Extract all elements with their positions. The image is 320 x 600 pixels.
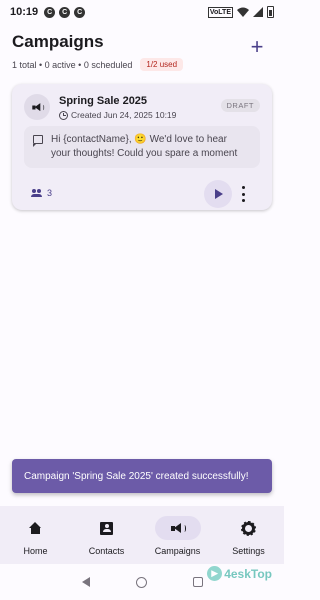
message-line-1: Hi {contactName}, 🙂 We'd love to hear — [51, 134, 227, 145]
campaign-name: Spring Sale 2025 — [59, 95, 148, 107]
watermark: ▶ 4eskTop — [207, 566, 272, 581]
recents-icon[interactable] — [192, 577, 203, 587]
campaign-avatar — [24, 94, 50, 120]
nav-label-settings: Settings — [232, 546, 265, 556]
recipient-count: 3 — [31, 188, 52, 198]
status-right: VoLTE — [207, 6, 274, 18]
summary-text: 1 total • 0 active • 0 scheduled — [12, 59, 133, 70]
watermark-text: 4eskTop — [224, 566, 272, 581]
gear-icon — [241, 520, 256, 536]
message-icon — [33, 135, 43, 147]
home-circle-icon[interactable] — [135, 576, 147, 588]
plus-icon: + — [250, 34, 264, 59]
campaign-created: Created Jun 24, 2025 10:19 — [59, 110, 176, 120]
usage-badge: 1/2 used — [140, 58, 184, 71]
snackbar: Campaign 'Spring Sale 2025' created succ… — [12, 459, 272, 493]
campaign-card[interactable]: Spring Sale 2025 Created Jun 24, 2025 10… — [12, 84, 272, 210]
nav-label-contacts: Contacts — [88, 546, 125, 556]
watermark-logo-icon: ▶ — [207, 566, 223, 581]
created-text: Created Jun 24, 2025 10:19 — [71, 110, 177, 120]
message-line-2: your thoughts! Could you spare a moment — [51, 148, 238, 159]
add-campaign-button[interactable]: + — [246, 36, 268, 58]
wifi-icon — [237, 7, 249, 17]
page-header: Campaigns + 1 total • 0 active • 0 sched… — [12, 32, 272, 71]
volte-icon: VoLTE — [207, 6, 233, 18]
more-vert-icon — [241, 186, 245, 189]
message-text: Hi {contactName}, 🙂 We'd love to hear yo… — [51, 133, 253, 161]
notification-icon: C — [74, 6, 86, 18]
status-bar: 10:19 C C C VoLTE — [0, 0, 284, 24]
notification-icon: C — [59, 6, 71, 18]
nav-item-contacts[interactable]: Contacts — [71, 506, 142, 564]
nav-item-campaigns[interactable]: Campaigns — [142, 506, 213, 564]
nav-label-campaigns: Campaigns — [154, 546, 201, 556]
snackbar-message: Campaign 'Spring Sale 2025' created succ… — [24, 470, 249, 482]
nav-item-settings[interactable]: Settings — [213, 506, 284, 564]
battery-icon — [267, 6, 274, 18]
play-icon — [215, 189, 223, 199]
status-badge: DRAFT — [220, 99, 260, 112]
contacts-icon — [100, 521, 113, 535]
status-time: 10:19 — [10, 6, 39, 18]
megaphone-icon — [171, 522, 186, 534]
notification-icon: C — [44, 6, 56, 18]
clock-icon — [59, 110, 68, 120]
bottom-navigation: Home Contacts Campaigns Settings — [0, 506, 284, 564]
back-icon[interactable] — [81, 577, 90, 587]
recipient-count-text: 3 — [47, 188, 53, 198]
more-options-button[interactable] — [240, 186, 246, 202]
page-title: Campaigns — [12, 32, 104, 51]
signal-icon — [253, 7, 263, 17]
message-preview: Hi {contactName}, 🙂 We'd love to hear yo… — [24, 126, 260, 168]
nav-item-home[interactable]: Home — [0, 506, 71, 564]
nav-label-home: Home — [23, 546, 48, 556]
start-campaign-button[interactable] — [204, 180, 232, 208]
megaphone-icon — [31, 102, 44, 112]
campaign-summary: 1 total • 0 active • 0 scheduled 1/2 use… — [12, 58, 272, 71]
home-icon — [29, 522, 42, 534]
people-icon — [31, 189, 43, 197]
